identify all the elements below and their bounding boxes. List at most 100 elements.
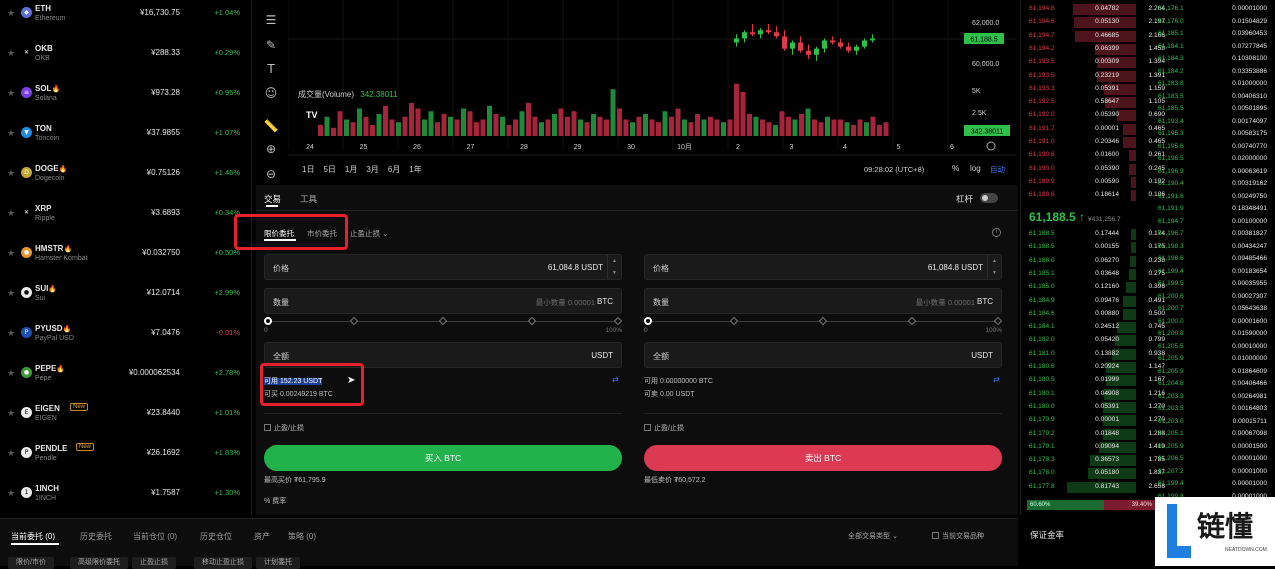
slider-step[interactable] xyxy=(818,316,828,326)
log-scale-button[interactable]: log xyxy=(970,164,981,173)
coin-name: Hamster Kombat xyxy=(35,255,88,262)
slider-knob[interactable] xyxy=(644,317,652,325)
coin-row-sui[interactable]: ★ ● SUI🔥 Sui ¥12.0714 +2.99% xyxy=(0,284,252,324)
range-1[interactable]: 5日 xyxy=(323,165,335,174)
slider-step[interactable] xyxy=(729,316,739,326)
bottom-tab-3[interactable]: 历史仓位 xyxy=(200,531,232,542)
coin-row-pendle[interactable]: ★ P PENDLE New Pendle ¥26.1692 +1.83% xyxy=(0,443,252,484)
bottom-tab-5[interactable]: 策略 (0) xyxy=(288,531,316,542)
info-icon[interactable]: i xyxy=(992,228,1001,237)
coin-row-doge[interactable]: ★ D DOGE🔥 Dogecoin ¥0.75126 +1.46% xyxy=(0,164,252,204)
coin-row-xrp[interactable]: ★ ✕ XRP Ripple ¥3.6893 +0.34% xyxy=(0,204,252,244)
volume-bar xyxy=(740,92,746,136)
buy-amount-slider[interactable]: 0 100% xyxy=(264,316,623,336)
order-filter-pill[interactable]: 限价/市价 xyxy=(8,557,54,569)
sell-tpsl-checkbox[interactable]: 止盈/止损 xyxy=(644,423,684,433)
star-icon[interactable]: ★ xyxy=(7,408,15,419)
star-icon[interactable]: ★ xyxy=(7,288,15,299)
brush-icon[interactable]: ✎ xyxy=(263,37,279,53)
trade-price: 61,203.9 xyxy=(1158,392,1184,400)
tab-trade[interactable]: 交易 xyxy=(264,193,281,205)
star-icon[interactable]: ★ xyxy=(7,128,15,139)
tab-tpsl-order[interactable]: 止盈止损 ⌄ xyxy=(350,228,388,239)
coin-price: ¥288.33 xyxy=(151,48,180,57)
star-icon[interactable]: ★ xyxy=(7,48,15,59)
coin-row-eigen[interactable]: ★ E EIGEN New EIGEN ¥23.8440 +1.01% xyxy=(0,403,252,444)
star-icon[interactable]: ★ xyxy=(7,208,15,219)
coin-row-pepe[interactable]: ★ ● PEPE🔥 Pepe ¥0.000062534 +2.78% xyxy=(0,364,252,404)
buy-price-field[interactable]: 价格 61,084.8 USDT ▲ ▼ xyxy=(264,254,622,280)
bottom-tab-2[interactable]: 当前仓位 (0) xyxy=(133,531,177,542)
volume-title: 成交量(Volume) xyxy=(298,90,355,99)
tab-tools[interactable]: 工具 xyxy=(300,193,317,205)
emoji-icon[interactable]: ☺ xyxy=(263,85,279,101)
slider-step[interactable] xyxy=(907,316,917,326)
star-icon[interactable]: ★ xyxy=(7,488,15,499)
current-symbol-checkbox[interactable]: 当前交易品种 xyxy=(932,531,984,541)
slider-step[interactable] xyxy=(613,316,623,326)
buy-qty-field[interactable]: 数量 最小数量 0.00001 BTC xyxy=(264,288,622,314)
sell-price-stepper[interactable]: ▲ ▼ xyxy=(987,255,1001,279)
order-filter-pill[interactable]: 计划委托 xyxy=(256,557,300,569)
slider-step[interactable] xyxy=(993,316,1003,326)
type-filter-dropdown[interactable]: 全部交易类型 ⌄ xyxy=(848,531,898,541)
magnet-icon[interactable]: ⊖ xyxy=(263,166,279,182)
text-tool-icon[interactable]: T xyxy=(263,61,279,77)
sell-btc-button[interactable]: 卖出 BTC xyxy=(644,445,1002,471)
buy-tpsl-checkbox[interactable]: 止盈/止损 xyxy=(264,423,304,433)
horizontal-lines-icon[interactable]: ☰ xyxy=(263,12,279,28)
leverage-toggle[interactable] xyxy=(980,193,998,203)
coin-row-ton[interactable]: ★ ▼ TON Toncoin ¥37.9855 +1.07% xyxy=(0,124,252,164)
order-filter-pill[interactable]: 移动止盈止损 xyxy=(194,557,252,569)
transfer-icon[interactable]: ⇄ xyxy=(612,375,619,384)
coin-row-sol[interactable]: ★ ≡ SOL🔥 Solana ¥973.28 +0.95% xyxy=(0,84,252,124)
type-filter-label: 全部交易类型 xyxy=(848,533,890,540)
range-4[interactable]: 6月 xyxy=(388,165,400,174)
tab-market-order[interactable]: 市价委托 xyxy=(307,228,337,239)
order-filter-pill[interactable]: 高级限价委托 xyxy=(70,557,128,569)
coin-row-okb[interactable]: ★ ✕ OKB OKB ¥288.33 +0.29% xyxy=(0,44,252,84)
tab-limit-order[interactable]: 限价委托 xyxy=(264,228,294,239)
sell-total-field[interactable]: 全额 USDT xyxy=(644,342,1002,368)
fee-rate-link[interactable]: % 费率 xyxy=(264,496,286,506)
slider-step[interactable] xyxy=(438,316,448,326)
trade-row: 61,198.3 0.00434247 xyxy=(1021,241,1275,254)
divider xyxy=(256,210,1018,211)
percent-scale-button[interactable]: % xyxy=(952,164,959,173)
coin-row-eth[interactable]: ★ ◆ ETH Ethereum ¥16,730.75 +1.04% xyxy=(0,4,252,44)
order-filter-pill[interactable]: 止盈止损 xyxy=(132,557,176,569)
bottom-tab-1[interactable]: 历史委托 xyxy=(80,531,112,542)
slider-knob[interactable] xyxy=(264,317,272,325)
star-icon[interactable]: ★ xyxy=(7,448,15,459)
price-chart[interactable]: 62,000.0 61,188.5 60,000.0 5K 2.5K 342.38011 2… xyxy=(287,0,1016,185)
buy-price-stepper[interactable]: ▲ ▼ xyxy=(607,255,621,279)
bottom-tab-0[interactable]: 当前委托 (0) xyxy=(11,531,55,542)
star-icon[interactable]: ★ xyxy=(7,368,15,379)
volume-bar xyxy=(409,103,414,136)
sell-amount-slider[interactable]: 0 100% xyxy=(644,316,1003,336)
buy-total-field[interactable]: 全额 USDT xyxy=(264,342,622,368)
zoom-in-icon[interactable]: ⊕ xyxy=(263,141,279,157)
auto-scale-button[interactable]: 自动 xyxy=(990,164,1005,175)
coin-row-hmstr[interactable]: ★ ● HMSTR🔥 Hamster Kombat ¥0.032750 +0.50% xyxy=(0,244,252,284)
star-icon[interactable]: ★ xyxy=(7,168,15,179)
volume-bar xyxy=(799,114,804,136)
range-0[interactable]: 1日 xyxy=(302,165,314,174)
sell-qty-field[interactable]: 数量 最小数量 0.00001 BTC xyxy=(644,288,1002,314)
range-2[interactable]: 1月 xyxy=(345,165,357,174)
coin-row-pyusd[interactable]: ★ P PYUSD🔥 PayPal USD ¥7.0476 -0.01% xyxy=(0,324,252,364)
bottom-tab-4[interactable]: 资产 xyxy=(254,531,270,542)
star-icon[interactable]: ★ xyxy=(7,88,15,99)
sell-price-field[interactable]: 价格 61,084.8 USDT ▲ ▼ xyxy=(644,254,1002,280)
star-icon[interactable]: ★ xyxy=(7,8,15,19)
star-icon[interactable]: ★ xyxy=(7,248,15,259)
slider-step[interactable] xyxy=(527,316,537,326)
ruler-icon[interactable]: 📏 xyxy=(263,118,279,134)
slider-step[interactable] xyxy=(349,316,359,326)
trade-row: 61,183.5 0.00406310 xyxy=(1021,91,1275,104)
transfer-icon[interactable]: ⇄ xyxy=(993,375,1000,384)
star-icon[interactable]: ★ xyxy=(7,328,15,339)
buy-btc-button[interactable]: 买入 BTC xyxy=(264,445,622,471)
range-3[interactable]: 3月 xyxy=(366,165,378,174)
range-5[interactable]: 1年 xyxy=(409,165,421,174)
